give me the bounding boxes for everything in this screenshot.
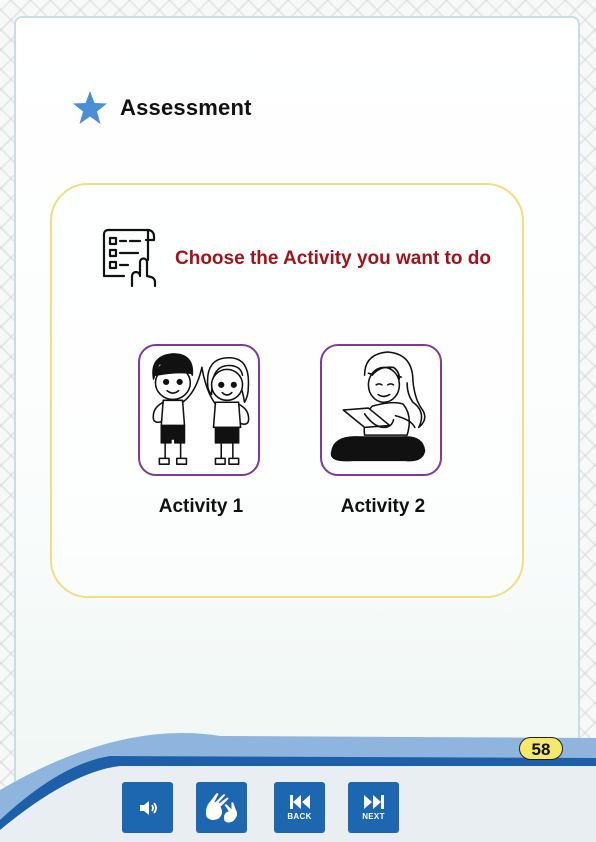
page-number-badge: 58	[519, 737, 563, 760]
speaker-icon	[139, 800, 157, 815]
activity-2-card[interactable]: Activity 2	[320, 344, 446, 518]
activity-1-thumbnail[interactable]	[138, 344, 260, 476]
checklist-icon	[102, 228, 157, 288]
sign-language-icon	[204, 791, 238, 823]
activity-2-thumbnail[interactable]	[320, 344, 442, 476]
activity-1-card[interactable]: Activity 1	[138, 344, 264, 518]
instruction-text: Choose the Activity you want to do	[175, 248, 491, 269]
next-icon	[363, 795, 384, 809]
page-header: Assessment	[72, 90, 252, 126]
activity-2-label[interactable]: Activity 2	[320, 496, 446, 518]
back-label: BACK	[287, 812, 312, 821]
back-button[interactable]: BACK	[274, 782, 325, 833]
back-icon	[289, 795, 310, 809]
next-button[interactable]: NEXT	[348, 782, 399, 833]
sign-language-button[interactable]	[196, 782, 247, 833]
star-icon	[73, 91, 107, 124]
page-title: Assessment	[120, 95, 252, 120]
next-label: NEXT	[362, 812, 385, 821]
audio-button[interactable]	[122, 782, 173, 833]
activity-1-label[interactable]: Activity 1	[138, 496, 264, 518]
